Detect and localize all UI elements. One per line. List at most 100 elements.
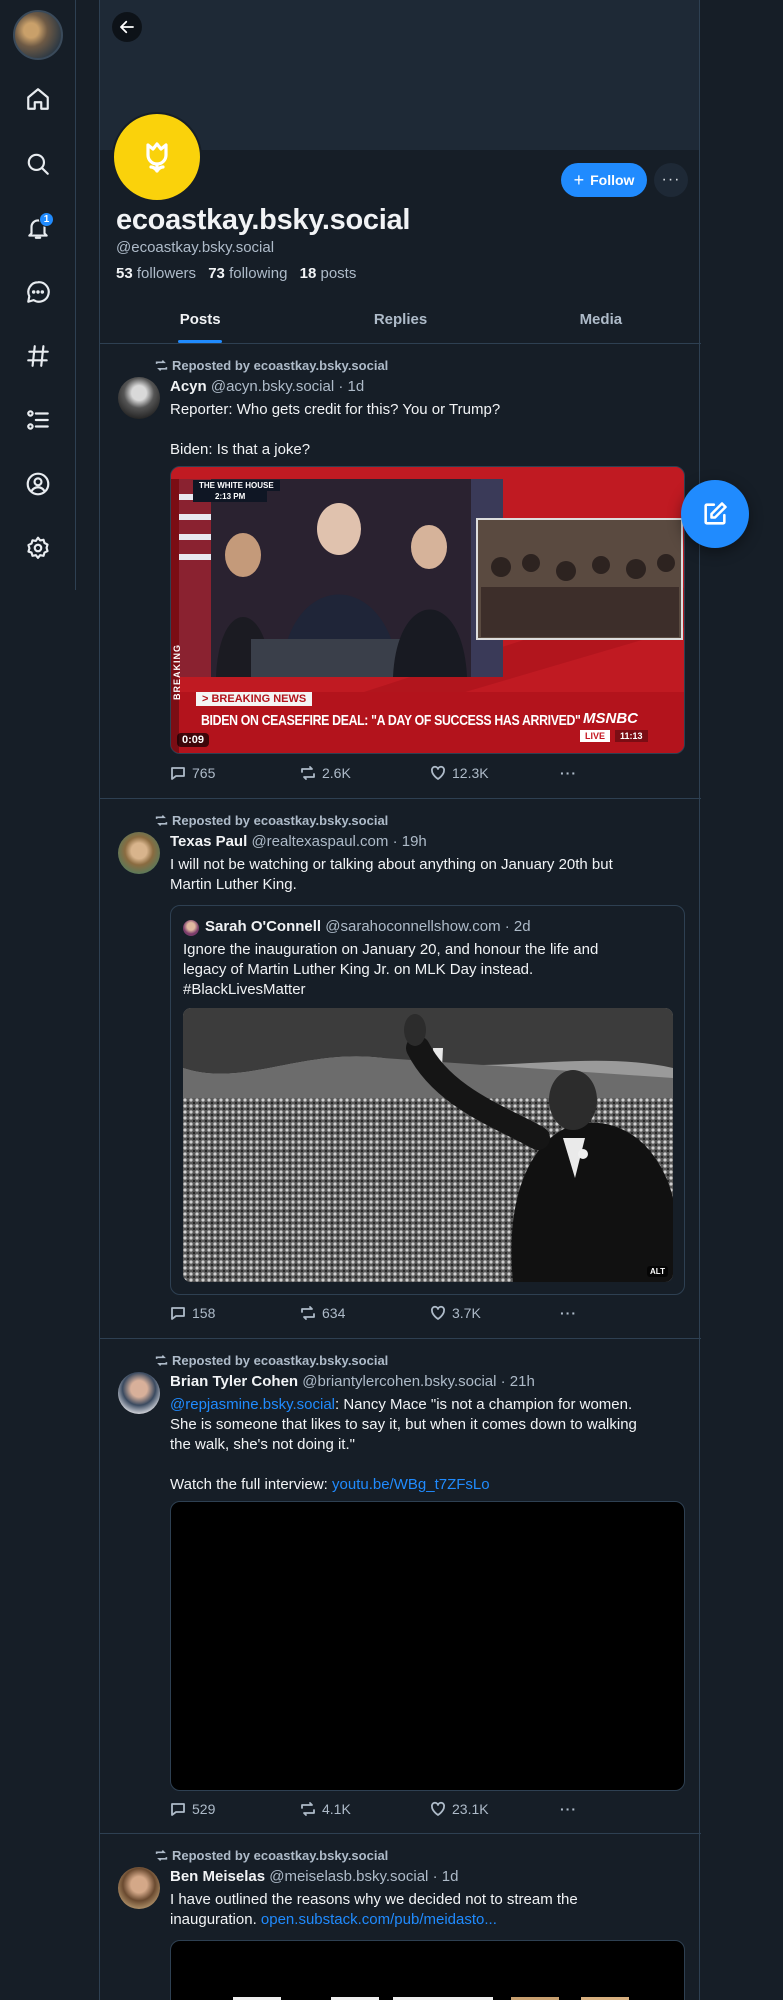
quote-time: · 2d bbox=[504, 918, 531, 935]
search-icon[interactable] bbox=[18, 144, 58, 184]
reply-button[interactable]: 158 bbox=[170, 1305, 215, 1321]
lists-icon[interactable] bbox=[18, 400, 58, 440]
post-header: Texas Paul @realtexaspaul.com · 19h bbox=[170, 833, 427, 850]
reply-button[interactable]: 529 bbox=[170, 1801, 215, 1817]
post-more-button[interactable]: ··· bbox=[560, 765, 577, 781]
repost-button[interactable]: 4.1K bbox=[300, 1801, 351, 1817]
tab-media[interactable]: Media bbox=[501, 296, 701, 343]
heart-icon bbox=[431, 1801, 445, 1816]
avatar[interactable] bbox=[118, 1372, 160, 1414]
post-header: Ben Meiselas @meiselasb.bsky.social · 1d bbox=[170, 1868, 458, 1885]
settings-icon[interactable] bbox=[18, 528, 58, 568]
quote-header: Sarah O'Connell @sarahoconnellshow.com ·… bbox=[205, 918, 531, 935]
post-header: Acyn @acyn.bsky.social · 1d bbox=[170, 378, 364, 395]
post-text-line: inauguration. open.substack.com/pub/meid… bbox=[170, 1911, 497, 1928]
notifications-icon[interactable]: 1 bbox=[18, 208, 58, 248]
like-button[interactable]: 23.1K bbox=[430, 1801, 489, 1817]
feeds-icon[interactable] bbox=[18, 336, 58, 376]
plus-icon: + bbox=[573, 170, 585, 190]
repost-icon bbox=[155, 1355, 168, 1366]
author-handle[interactable]: @acyn.bsky.social bbox=[211, 378, 334, 395]
profile-tabs: Posts Replies Media bbox=[100, 296, 701, 344]
heart-icon bbox=[431, 765, 445, 780]
profile-icon[interactable] bbox=[18, 464, 58, 504]
follow-button[interactable]: + Follow bbox=[561, 163, 647, 197]
mention-link[interactable]: @repjasmine.bsky.social bbox=[170, 1396, 335, 1413]
profile-handle: @ecoastkay.bsky.social bbox=[116, 239, 275, 256]
avatar[interactable] bbox=[118, 832, 160, 874]
like-button[interactable]: 3.7K bbox=[430, 1305, 481, 1321]
quote-image[interactable]: ALT bbox=[183, 1008, 673, 1282]
author-handle[interactable]: @realtexaspaul.com bbox=[251, 833, 388, 850]
tab-posts[interactable]: Posts bbox=[100, 296, 300, 343]
user-avatar[interactable] bbox=[13, 10, 63, 60]
post-text-line: I have outlined the reasons why we decid… bbox=[170, 1891, 578, 1908]
post-header: Brian Tyler Cohen @briantylercohen.bsky.… bbox=[170, 1373, 535, 1390]
alt-badge[interactable]: ALT bbox=[647, 1266, 668, 1277]
post-text-line: Reporter: Who gets credit for this? You … bbox=[170, 401, 501, 418]
profile-stats: 53 followers 73 following 18 posts bbox=[116, 265, 356, 282]
side-breaking-label: BREAKING bbox=[172, 643, 183, 701]
profile-avatar[interactable] bbox=[112, 112, 202, 202]
author-handle[interactable]: @briantylercohen.bsky.social bbox=[302, 1373, 496, 1390]
follow-label: Follow bbox=[590, 172, 635, 188]
post-more-button[interactable]: ··· bbox=[560, 1801, 577, 1817]
repost-indicator: Reposted by ecoastkay.bsky.social bbox=[155, 1353, 388, 1368]
video-player[interactable]: THE WHITE HOUSE 2:13 PM > BREAKING NEWS … bbox=[170, 466, 685, 754]
author-name[interactable]: Texas Paul bbox=[170, 833, 247, 850]
repost-indicator: Reposted by ecoastkay.bsky.social bbox=[155, 813, 388, 828]
avatar[interactable] bbox=[118, 377, 160, 419]
post-time: · 19h bbox=[392, 833, 427, 850]
reply-button[interactable]: 765 bbox=[170, 765, 215, 781]
link-card-image[interactable] bbox=[170, 1940, 685, 2000]
quote-text-line: #BlackLivesMatter bbox=[183, 981, 306, 998]
tab-replies[interactable]: Replies bbox=[300, 296, 500, 343]
quote-author[interactable]: Sarah O'Connell bbox=[205, 918, 321, 935]
post-text-line: Watch the full interview: youtu.be/WBg_t… bbox=[170, 1476, 490, 1493]
author-name[interactable]: Brian Tyler Cohen bbox=[170, 1373, 298, 1390]
post-time: · 21h bbox=[500, 1373, 535, 1390]
profile-more-button[interactable]: ··· bbox=[654, 163, 688, 197]
avatar[interactable] bbox=[118, 1867, 160, 1909]
home-icon[interactable] bbox=[18, 79, 58, 119]
repost-icon bbox=[155, 1850, 168, 1861]
repost-icon bbox=[301, 1802, 315, 1816]
substack-link[interactable]: open.substack.com/pub/meidasto... bbox=[261, 1911, 497, 1928]
repost-button[interactable]: 2.6K bbox=[300, 765, 351, 781]
back-button[interactable] bbox=[112, 12, 142, 42]
post-more-button[interactable]: ··· bbox=[560, 1305, 577, 1321]
quote-text-line: Ignore the inauguration on January 20, a… bbox=[183, 941, 599, 958]
post-text-line: Martin Luther King. bbox=[170, 876, 297, 893]
post-text-line: the walk, she's not doing it." bbox=[170, 1436, 355, 1453]
breaking-news-label: > BREAKING NEWS bbox=[196, 692, 313, 706]
followers-link[interactable]: 53 followers bbox=[116, 265, 196, 282]
quoted-post[interactable]: Sarah O'Connell @sarahoconnellshow.com ·… bbox=[170, 905, 685, 1295]
author-name[interactable]: Ben Meiselas bbox=[170, 1868, 265, 1885]
author-name[interactable]: Acyn bbox=[170, 378, 207, 395]
clock-label: 11:13 bbox=[615, 730, 648, 742]
mlk-photo bbox=[183, 1008, 673, 1282]
post-text-line: She is someone that likes to say it, but… bbox=[170, 1416, 637, 1433]
quote-text-line: legacy of Martin Luther King Jr. on MLK … bbox=[183, 961, 534, 978]
post-actions: 529 4.1K 23.1K ··· bbox=[170, 1801, 590, 1821]
left-nav: 1 bbox=[0, 0, 76, 590]
like-button[interactable]: 12.3K bbox=[430, 765, 489, 781]
compose-button[interactable] bbox=[681, 480, 749, 548]
feed-post[interactable]: Reposted by ecoastkay.bsky.social Brian … bbox=[100, 1339, 701, 1834]
quote-handle[interactable]: @sarahoconnellshow.com bbox=[325, 918, 500, 935]
video-embed[interactable] bbox=[170, 1501, 685, 1791]
repost-button[interactable]: 634 bbox=[300, 1305, 345, 1321]
ellipsis-icon: ··· bbox=[661, 171, 681, 188]
post-actions: 158 634 3.7K ··· bbox=[170, 1305, 590, 1325]
compose-icon bbox=[704, 502, 727, 525]
post-text-line: @repjasmine.bsky.social: Nancy Mace "is … bbox=[170, 1396, 633, 1413]
feed-post[interactable]: Reposted by ecoastkay.bsky.social Texas … bbox=[100, 799, 701, 1339]
feed-post[interactable]: Reposted by ecoastkay.bsky.social Acyn @… bbox=[100, 344, 701, 799]
post-actions: 765 2.6K 12.3K ··· bbox=[170, 765, 590, 785]
reply-icon bbox=[171, 767, 185, 780]
youtube-link[interactable]: youtu.be/WBg_t7ZFsLo bbox=[332, 1476, 490, 1493]
feed-post[interactable]: Reposted by ecoastkay.bsky.social Ben Me… bbox=[100, 1834, 701, 2000]
chat-icon[interactable] bbox=[18, 272, 58, 312]
author-handle[interactable]: @meiselasb.bsky.social bbox=[269, 1868, 428, 1885]
following-link[interactable]: 73 following bbox=[208, 265, 287, 282]
